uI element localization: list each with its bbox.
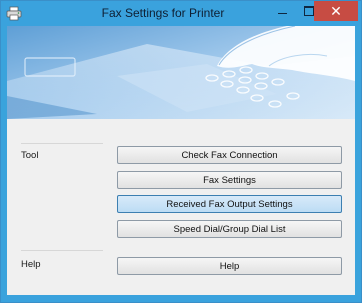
minimize-icon [277,12,287,15]
maximize-icon [304,6,314,16]
printer-icon[interactable] [6,6,22,21]
help-section-label: Help [21,259,41,270]
minimize-button[interactable] [269,1,295,21]
window-bottom-frame [1,295,361,302]
help-button[interactable]: Help [117,257,342,275]
check-fax-connection-button[interactable]: Check Fax Connection [117,146,342,164]
fax-settings-window: Fax Settings for Printer ✕ Tool Check Fa… [0,0,362,303]
fax-settings-button[interactable]: Fax Settings [117,171,342,189]
fax-banner-image [7,26,355,119]
hand-keypad-illustration [7,26,355,119]
tool-separator [21,143,103,144]
main-panel: Tool Check Fax Connection Fax Settings R… [7,119,355,295]
window-title: Fax Settings for Printer [101,6,225,20]
speed-dial-group-dial-list-button[interactable]: Speed Dial/Group Dial List [117,220,342,238]
help-separator [21,250,103,251]
title-bar[interactable]: Fax Settings for Printer ✕ [1,1,361,26]
close-button[interactable]: ✕ [314,1,358,21]
tool-section-label: Tool [21,150,39,161]
received-fax-output-settings-button[interactable]: Received Fax Output Settings [117,195,342,213]
close-icon: ✕ [330,3,342,19]
